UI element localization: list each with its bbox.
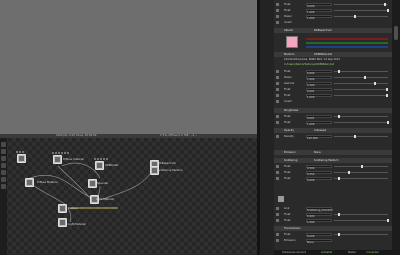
- param-row[interactable]: Float 0.001: [274, 87, 392, 93]
- param-field: 0.001: [306, 88, 332, 93]
- param-field: 0.001: [306, 115, 332, 120]
- node-graph-editor[interactable]: Diffuse material ORBmetal RGBspectrum Sc…: [0, 138, 257, 255]
- outliner-strip: [260, 0, 274, 255]
- inspector-scrollbar[interactable]: [392, 0, 400, 250]
- graph-node-orbmetal[interactable]: [95, 161, 104, 170]
- green-channel-slider[interactable]: [306, 42, 388, 44]
- param-row[interactable]: Float 0.250: [274, 170, 392, 176]
- param-row[interactable]: Density 100.000: [274, 134, 392, 140]
- section-header-scattering[interactable]: Scattering Scattering Medium: [274, 158, 392, 163]
- param-row[interactable]: Float 0.000: [274, 232, 392, 238]
- param-field: 1.000: [306, 15, 332, 20]
- node-inspector[interactable]: Float 0.000 Float 1.000 Power 1.000 Invert …: [274, 0, 392, 250]
- section-header-transmission[interactable]: Transmission: [274, 226, 392, 231]
- account-label: OctaneLive account: [282, 251, 306, 254]
- graph-node-diffuse-material[interactable]: [53, 155, 62, 164]
- node-pins: [94, 158, 108, 160]
- param-row[interactable]: Float 1.000: [274, 218, 392, 224]
- graph-node-label: ORBmetal: [105, 164, 119, 167]
- param-row[interactable]: Float 0.001: [274, 114, 392, 120]
- section-header-roughness[interactable]: Roughness: [274, 108, 392, 113]
- scrollbar-thumb[interactable]: [394, 26, 398, 40]
- param-row[interactable]: Power 1.000: [274, 75, 392, 81]
- section-header-emission[interactable]: Emission None: [274, 150, 392, 155]
- param-field: 2.200: [306, 82, 332, 87]
- graph-node-label: Light Material: [68, 223, 86, 226]
- section-header-albedo[interactable]: Albedo RGBspectrum: [274, 28, 392, 33]
- graph-node-label: Diffuse material: [63, 158, 84, 161]
- texture-thumbnail[interactable]: [278, 196, 284, 202]
- param-field: 1.000: [306, 94, 332, 99]
- connection-status: connected: [366, 251, 379, 254]
- param-field: 1.000: [306, 219, 332, 224]
- param-row[interactable]: Float 1.000: [274, 8, 392, 14]
- param-field: 0.000: [306, 3, 332, 8]
- graph-node-output[interactable]: [58, 218, 67, 227]
- param-field: 100.000: [306, 135, 332, 140]
- node-pins: [16, 151, 24, 153]
- blue-channel-slider[interactable]: [306, 46, 388, 48]
- status-footer: OctaneLive account activated Status conn…: [274, 250, 400, 255]
- node-wires: [29, 162, 151, 223]
- param-row[interactable]: Float 1.000: [274, 120, 392, 126]
- param-field: 1.000: [306, 9, 332, 14]
- graph-node-label: RGBspectrum: [158, 162, 176, 165]
- param-field: None: [306, 239, 332, 244]
- param-field: Scattering_direction: [306, 207, 334, 212]
- param-row[interactable]: Emission None: [274, 238, 392, 244]
- account-status: activated: [321, 251, 333, 254]
- param-field: 0.000: [306, 213, 332, 218]
- param-field: 1.000: [306, 121, 332, 126]
- param-row[interactable]: Float 0.000: [274, 69, 392, 75]
- node-pins: [52, 152, 69, 154]
- app-window: 2200 pts, 0.00 Tunes, 00:00:60 0 Tris, D…: [0, 0, 400, 255]
- param-row[interactable]: Power 1.000: [274, 14, 392, 20]
- param-row[interactable]: Float 1.000: [274, 93, 392, 99]
- param-field: 0.000: [306, 233, 332, 238]
- graph-node-label: Scattering Medium: [158, 169, 183, 172]
- section-header-opacity[interactable]: Opacity Unbiased: [274, 128, 392, 133]
- render-viewport[interactable]: [0, 0, 257, 134]
- file-path-row[interactable]: C:/Users/Demo/Textures/ORBMetal.dat: [274, 62, 392, 67]
- graph-node-rgbspectrum[interactable]: [17, 154, 26, 163]
- status-label: Status: [348, 251, 356, 254]
- param-field: 0.000: [306, 70, 332, 75]
- param-field: 1.000: [306, 76, 332, 81]
- param-row[interactable]: Float 0.000: [274, 212, 392, 218]
- param-row[interactable]: Gamma 2.200: [274, 81, 392, 87]
- graph-node-label: Texture: [68, 207, 78, 210]
- param-row[interactable]: Invert: [274, 20, 392, 25]
- param-row[interactable]: Float 0.500: [274, 164, 392, 170]
- param-row[interactable]: Invert: [274, 99, 392, 104]
- graph-node-label: Specular: [97, 182, 109, 185]
- param-field: 0.250: [306, 171, 332, 176]
- param-row[interactable]: Float 0.000: [274, 2, 392, 8]
- param-row[interactable]: Link Scattering_direction: [274, 206, 392, 212]
- graph-node-specular[interactable]: [88, 179, 97, 188]
- graph-node-label: Light Material: [96, 198, 114, 201]
- param-field: 0.000: [306, 177, 332, 182]
- color-swatch[interactable]: [286, 36, 298, 48]
- graph-node-label: Diffuse Material: [37, 181, 58, 184]
- param-field: 0.500: [306, 165, 332, 170]
- graph-node-diffuse[interactable]: [25, 178, 34, 187]
- red-channel-slider[interactable]: [306, 38, 388, 40]
- param-row[interactable]: Float 0.000: [274, 176, 392, 182]
- graph-node-texture[interactable]: [58, 204, 67, 213]
